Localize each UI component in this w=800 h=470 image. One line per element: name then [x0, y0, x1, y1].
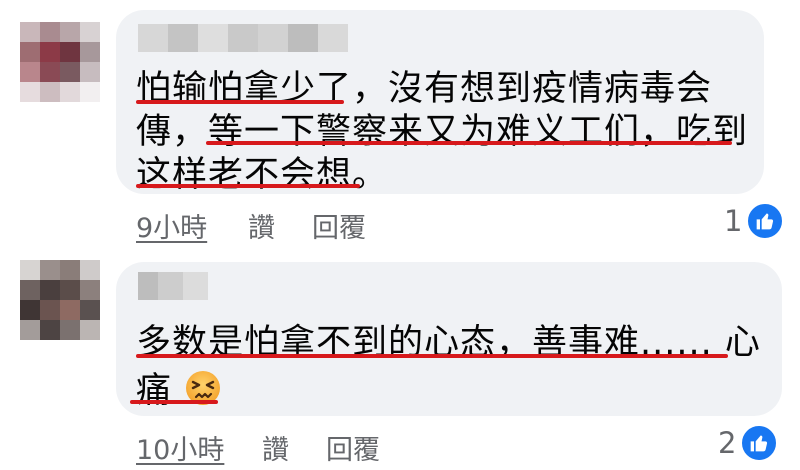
like-icon — [740, 424, 779, 462]
highlight-underline — [130, 400, 218, 404]
reaction-count: 1 — [724, 204, 743, 238]
highlight-underline — [136, 354, 728, 358]
confounded-face-icon — [184, 369, 222, 416]
like-button[interactable]: 讚 — [262, 428, 289, 467]
reply-button[interactable]: 回覆 — [312, 206, 366, 245]
like-button[interactable]: 讚 — [248, 206, 275, 245]
comment-text-line: 这样老不会想。 — [136, 155, 389, 195]
avatar[interactable] — [20, 22, 100, 102]
comment-text-line: 痛 — [136, 362, 222, 416]
reply-button[interactable]: 回覆 — [326, 428, 380, 467]
highlight-underline — [206, 141, 732, 145]
comment-text-fragment: 痛 — [136, 371, 173, 411]
author-name[interactable] — [138, 272, 208, 300]
like-icon — [746, 202, 785, 240]
reaction-count: 2 — [718, 426, 737, 460]
highlight-underline — [136, 184, 360, 188]
avatar[interactable] — [20, 260, 100, 340]
reaction-summary[interactable]: 1 — [724, 202, 785, 240]
author-name[interactable] — [138, 24, 348, 52]
comment-timestamp[interactable]: 9小時 — [136, 206, 207, 245]
comment-timestamp[interactable]: 10小時 — [136, 428, 224, 467]
reaction-summary[interactable]: 2 — [718, 424, 779, 462]
